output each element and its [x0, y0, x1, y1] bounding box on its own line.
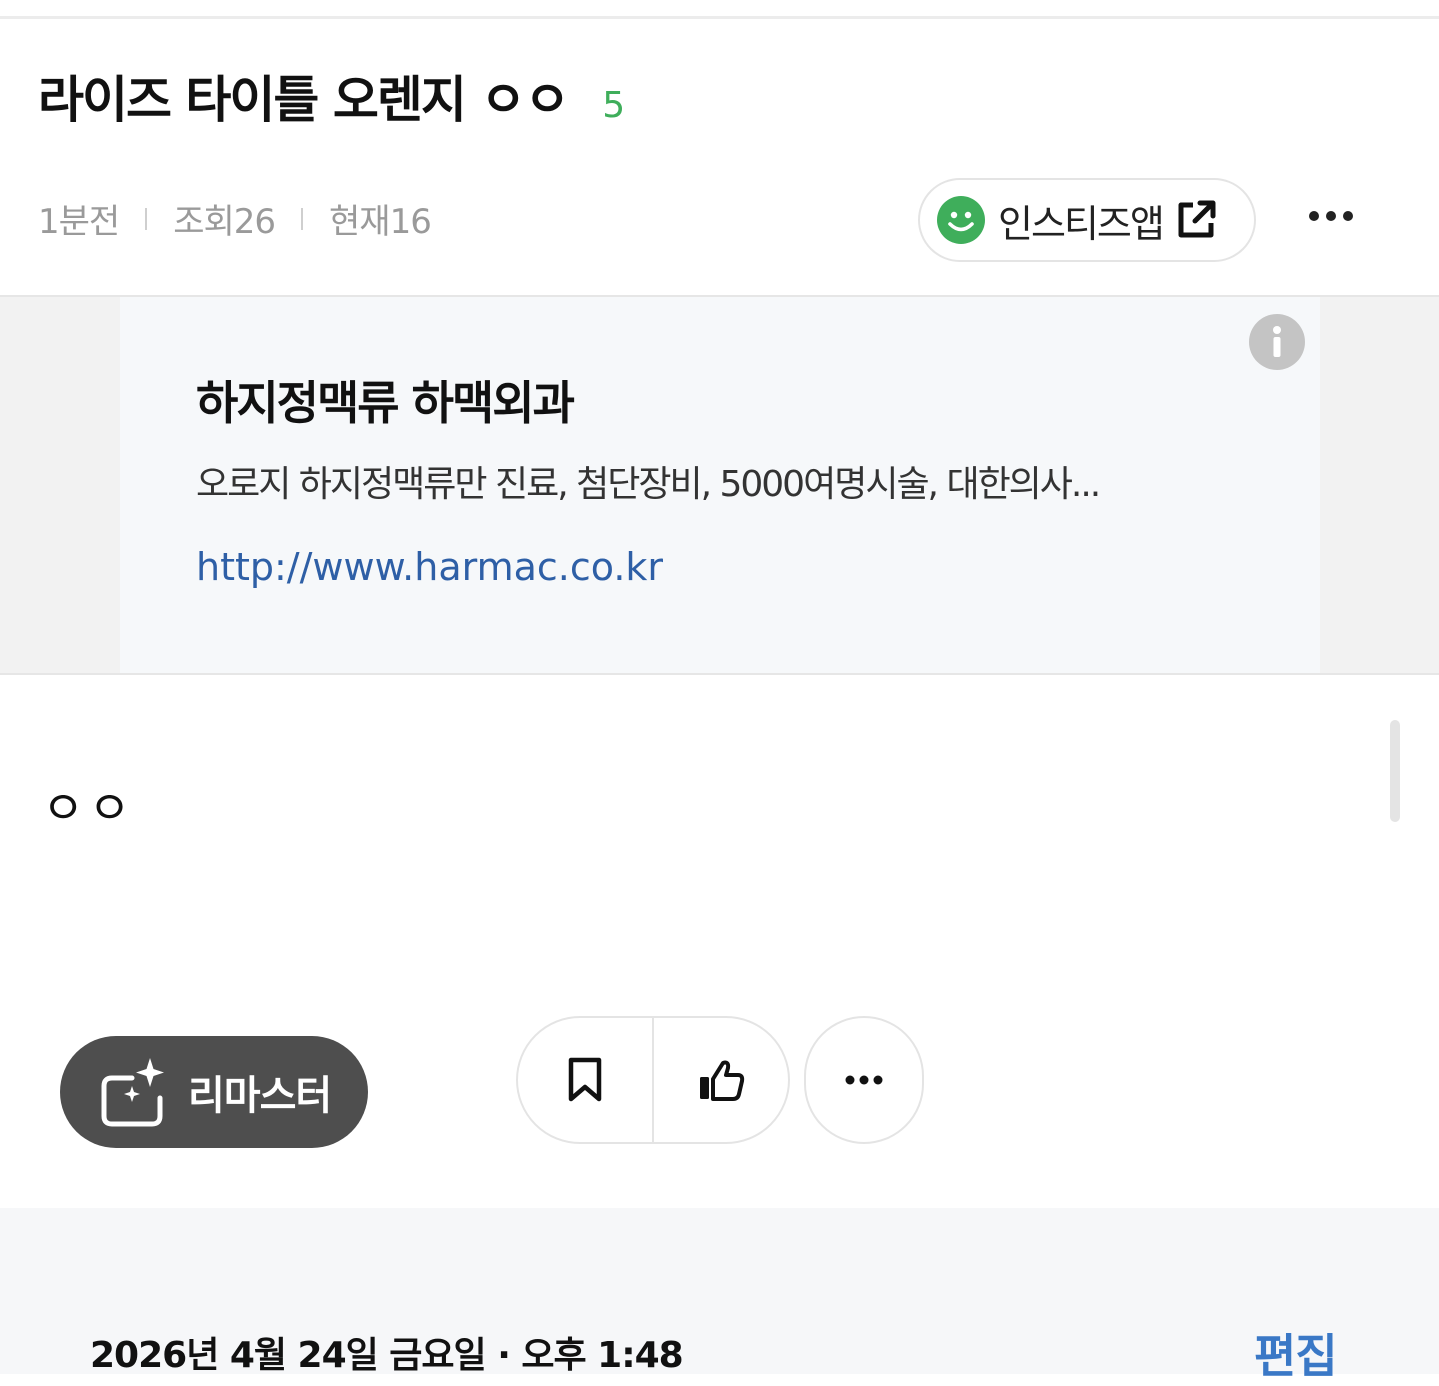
meta-divider [301, 207, 304, 230]
post-actions [516, 1016, 790, 1144]
ad-title[interactable]: 하지정맥류 하맥외과 [196, 367, 575, 433]
post-time: 1분전 [38, 202, 120, 242]
open-app-label: 인스티즈앱 [998, 201, 1165, 246]
info-icon[interactable] [1248, 313, 1306, 371]
ad-link[interactable]: http://www.harmac.co.kr [196, 545, 663, 589]
meta-divider [145, 207, 148, 230]
more-icon [845, 1075, 883, 1085]
edit-button[interactable]: 편집 [1254, 1320, 1338, 1386]
post-meta: 1분전 조회26 현재16 [38, 194, 432, 243]
thumbs-up-icon [700, 1060, 745, 1101]
ad-banner: 하지정맥류 하맥외과 오로지 하지정맥류만 진료, 첨단장비, 5000여명시술… [0, 295, 1439, 675]
bookmark-button[interactable] [518, 1018, 652, 1142]
post-title: 라이즈 타이틀 오렌지 ㅇㅇ [38, 71, 570, 129]
post-header: 라이즈 타이틀 오렌지 ㅇㅇ 5 [38, 60, 625, 132]
open-app-button[interactable]: 인스티즈앱 [918, 178, 1256, 262]
like-button[interactable] [654, 1018, 788, 1142]
top-divider [0, 16, 1439, 19]
footer-bar: 2026년 4월 24일 금요일 · 오후 1:48 편집 [0, 1208, 1439, 1383]
post-current: 현재16 [329, 202, 432, 242]
footer-datetime: 2026년 4월 24일 금요일 · 오후 1:48 [90, 1335, 684, 1376]
ad-description: 오로지 하지정맥류만 진료, 첨단장비, 5000여명시술, 대한의사... [196, 464, 1101, 505]
sparkle-image-icon [101, 1058, 164, 1127]
smile-icon [937, 196, 985, 244]
post-body: ㅇㅇ [42, 781, 135, 835]
remaster-label: 리마스터 [188, 1073, 332, 1119]
ad-card[interactable]: 하지정맥류 하맥외과 오로지 하지정맥류만 진료, 첨단장비, 5000여명시술… [120, 297, 1320, 673]
remaster-button[interactable]: 리마스터 [60, 1036, 368, 1148]
more-actions-button[interactable] [804, 1016, 924, 1144]
bookmark-icon [568, 1057, 602, 1102]
external-link-icon [1178, 200, 1216, 238]
scrollbar[interactable] [1390, 720, 1400, 822]
comment-count[interactable]: 5 [602, 85, 625, 126]
more-icon[interactable] [1306, 198, 1356, 234]
post-views: 조회26 [173, 202, 276, 242]
